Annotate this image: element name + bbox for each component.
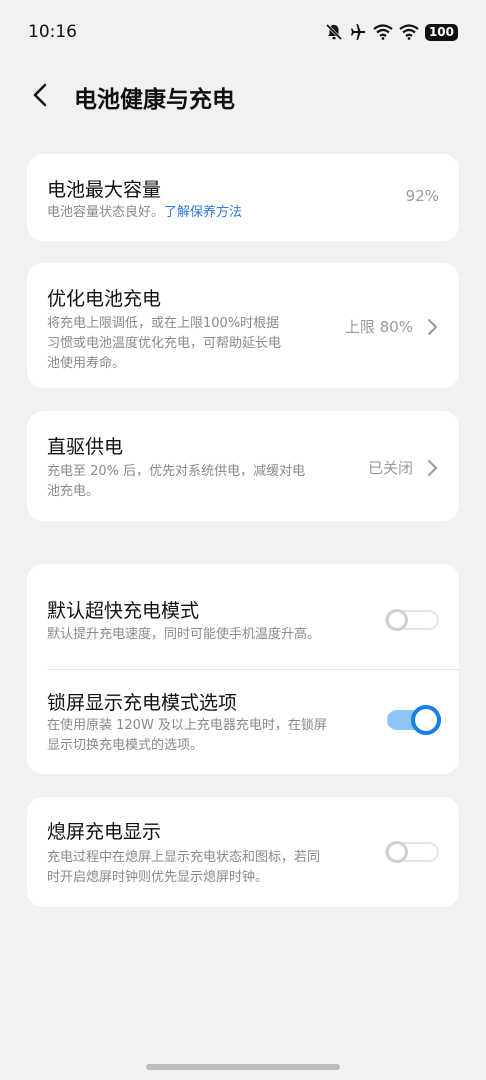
direct-power-value: 已关闭 xyxy=(367,459,413,477)
screen-off-display-toggle[interactable] xyxy=(385,838,439,866)
page-title: 电池健康与充电 xyxy=(74,87,235,113)
back-button[interactable] xyxy=(24,78,56,112)
optimize-charging-card[interactable]: 优化电池充电 将充电上限调低，或在上限100%时根据 习惯或电池温度优化充电，可… xyxy=(27,263,459,388)
fast-mode-item: 默认超快充电模式 默认提升充电速度，同时可能使手机温度升高。 xyxy=(27,564,459,668)
battery-capacity-item: 电池最大容量 电池容量状态良好。了解保养方法 92% xyxy=(27,154,459,241)
wifi-icon-2 xyxy=(399,24,419,40)
screen-off-display-item: 熄屏充电显示 充电过程中在熄屏上显示充电状态和图标，若同 时开启熄屏时钟则优先显… xyxy=(27,797,459,907)
direct-desc-line: 池充电。 xyxy=(47,484,100,499)
lock-screen-mode-item: 锁屏显示充电模式选项 在使用原装 120W 及以上充电器充电时，在锁屏 显示切换… xyxy=(27,670,459,774)
home-indicator[interactable] xyxy=(146,1064,340,1070)
screen-off-desc-line: 时开启熄屏时钟则优先显示熄屏时钟。 xyxy=(47,870,269,885)
fast-mode-title: 默认超快充电模式 xyxy=(47,600,200,622)
mute-bell-icon xyxy=(325,23,343,41)
direct-power-desc: 充电至 20% 后，优先对系统供电，减缓对电 池充电。 xyxy=(47,462,347,502)
status-icons: 100 xyxy=(325,22,458,42)
screen-off-desc-line: 充电过程中在熄屏上显示充电状态和图标，若同 xyxy=(47,850,321,865)
direct-power-card[interactable]: 直驱供电 充电至 20% 后，优先对系统供电，减缓对电 池充电。 已关闭 xyxy=(27,411,459,521)
page-header: 电池健康与充电 xyxy=(0,70,486,120)
battery-capacity-desc: 电池容量状态良好。了解保养方法 xyxy=(47,203,242,223)
screen-off-display-desc: 充电过程中在熄屏上显示充电状态和图标，若同 时开启熄屏时钟则优先显示熄屏时钟。 xyxy=(47,848,367,888)
airplane-icon xyxy=(349,23,367,41)
screen-off-card: 熄屏充电显示 充电过程中在熄屏上显示充电状态和图标，若同 时开启熄屏时钟则优先显… xyxy=(27,797,459,907)
optimize-desc-line: 将充电上限调低，或在上限100%时根据 xyxy=(47,316,280,331)
charge-mode-card: 默认超快充电模式 默认提升充电速度，同时可能使手机温度升高。 锁屏显示充电模式选… xyxy=(27,564,459,774)
optimize-desc-line: 池使用寿命。 xyxy=(47,356,126,371)
optimize-charging-title: 优化电池充电 xyxy=(47,288,162,310)
care-tips-link[interactable]: 了解保养方法 xyxy=(164,205,242,220)
lock-screen-mode-toggle[interactable] xyxy=(387,705,441,735)
battery-icon: 100 xyxy=(424,23,458,41)
battery-capacity-title: 电池最大容量 xyxy=(47,179,162,201)
optimize-desc-line: 习惯或电池温度优化充电，可帮助延长电 xyxy=(47,336,282,351)
fast-mode-desc: 默认提升充电速度，同时可能使手机温度升高。 xyxy=(47,627,321,642)
optimize-charging-desc: 将充电上限调低，或在上限100%时根据 习惯或电池温度优化充电，可帮助延长电 池… xyxy=(47,314,347,374)
screen-off-display-title: 熄屏充电显示 xyxy=(47,821,162,843)
chevron-right-icon xyxy=(428,460,437,476)
direct-desc-line: 充电至 20% 后，优先对系统供电，减缓对电 xyxy=(47,464,306,479)
toggle-knob xyxy=(411,705,441,735)
toggle-knob xyxy=(386,841,408,863)
fast-mode-toggle[interactable] xyxy=(385,606,439,634)
wifi-icon xyxy=(373,24,393,40)
status-time: 10:16 xyxy=(28,22,77,42)
lock-desc-line: 显示切换充电模式的选项。 xyxy=(47,738,204,753)
battery-capacity-value: 92% xyxy=(405,187,439,205)
battery-capacity-card: 电池最大容量 电池容量状态良好。了解保养方法 92% xyxy=(27,154,459,241)
chevron-right-icon xyxy=(428,319,437,335)
chevron-left-icon xyxy=(33,83,47,107)
optimize-charging-item[interactable]: 优化电池充电 将充电上限调低，或在上限100%时根据 习惯或电池温度优化充电，可… xyxy=(27,263,459,388)
lock-screen-mode-title: 锁屏显示充电模式选项 xyxy=(47,692,238,714)
direct-power-item[interactable]: 直驱供电 充电至 20% 后，优先对系统供电，减缓对电 池充电。 已关闭 xyxy=(27,411,459,521)
lock-screen-mode-desc: 在使用原装 120W 及以上充电器充电时，在锁屏 显示切换充电模式的选项。 xyxy=(47,716,367,756)
status-bar: 10:16 100 xyxy=(0,0,486,64)
lock-desc-line: 在使用原装 120W 及以上充电器充电时，在锁屏 xyxy=(47,718,327,733)
toggle-knob xyxy=(386,609,408,631)
charge-limit-value: 上限 80% xyxy=(344,318,413,336)
direct-power-title: 直驱供电 xyxy=(47,436,124,458)
battery-capacity-status: 电池容量状态良好。 xyxy=(47,205,165,220)
